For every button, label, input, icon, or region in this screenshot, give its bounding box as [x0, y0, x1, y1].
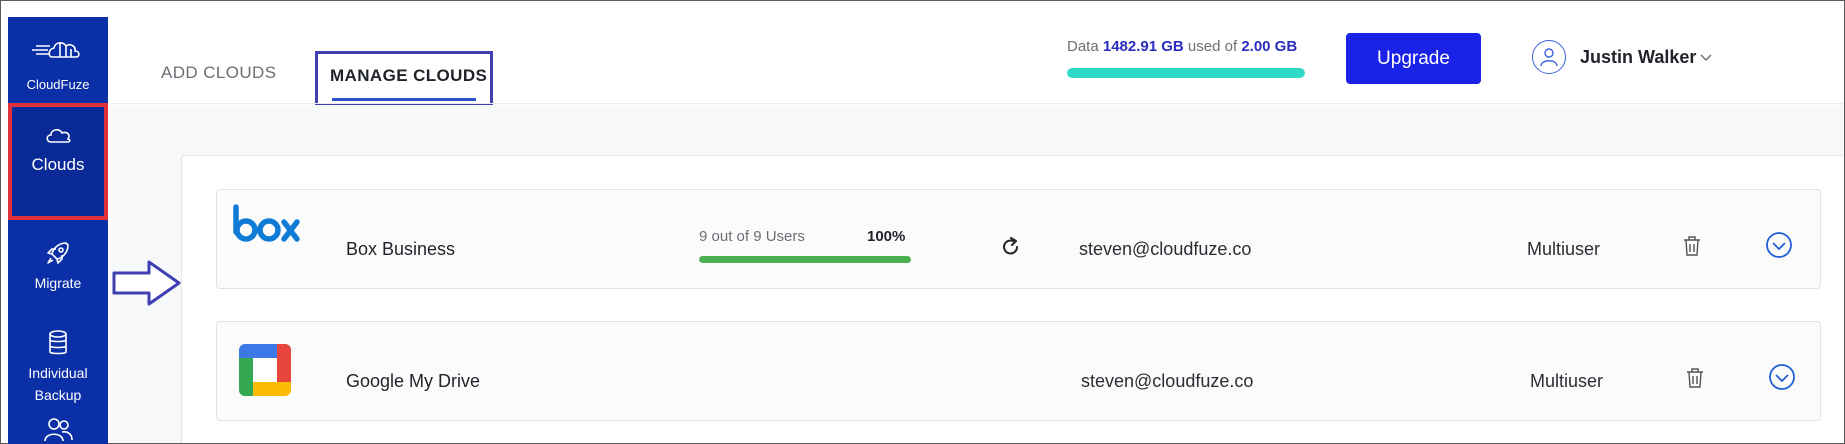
trash-icon[interactable]	[1685, 367, 1705, 389]
tab-manage-clouds[interactable]: MANAGE CLOUDS	[315, 51, 493, 106]
users-percent: 100%	[867, 228, 906, 245]
active-tab-indicator	[332, 98, 476, 101]
chevron-down-icon	[1700, 54, 1712, 61]
box-logo	[231, 204, 301, 249]
storage-usage-fill	[1067, 68, 1305, 78]
users-progress-bar	[699, 256, 911, 263]
cloud-mode: Multiuser	[1527, 239, 1601, 259]
sidebar-item-label: Migrate	[34, 275, 82, 291]
upgrade-button[interactable]: Upgrade	[1346, 33, 1481, 84]
user-menu[interactable]: Justin Walker	[1532, 40, 1714, 74]
sidebar: CloudFuze Clouds Migrate Individual Back…	[8, 17, 108, 444]
trash-icon[interactable]	[1682, 235, 1702, 257]
sidebar-item-label: Individual	[28, 365, 88, 381]
usage-total: 2.00 GB	[1241, 38, 1298, 55]
users-icon	[44, 418, 73, 442]
header-divider	[111, 103, 1844, 104]
tab-add-clouds[interactable]: ADD CLOUDS	[161, 63, 276, 83]
tab-manage-clouds-label: MANAGE CLOUDS	[330, 66, 488, 85]
cloud-email: steven@cloudfuze.co	[1081, 371, 1254, 391]
sidebar-item-clouds[interactable]: Clouds	[8, 103, 108, 220]
sidebar-item-users[interactable]	[8, 415, 108, 444]
cloudfuze-logo-icon	[32, 42, 80, 58]
expand-chevron-icon[interactable]	[1765, 231, 1793, 259]
rocket-icon	[47, 242, 69, 264]
user-icon	[1540, 48, 1558, 67]
usage-prefix: Data	[1067, 38, 1099, 55]
brand-name: CloudFuze	[26, 77, 90, 92]
sidebar-item-migrate[interactable]: Migrate	[8, 239, 108, 294]
google-drive-logo	[237, 342, 293, 403]
usage-used: 1482.91 GB	[1102, 38, 1184, 55]
cloud-row-google: Google My Drive steven@cloudfuze.co Mult…	[216, 321, 1821, 421]
cloud-icon	[46, 129, 71, 143]
cloud-name: Google My Drive	[346, 371, 481, 391]
storage-usage-bar	[1067, 68, 1305, 78]
expand-chevron-icon[interactable]	[1768, 363, 1796, 391]
storage-usage-text: Data 1482.91 GB used of 2.00 GB	[1067, 38, 1297, 55]
cloud-row-box: Box Business 9 out of 9 Users 100% steve…	[216, 189, 1821, 289]
cloud-email: steven@cloudfuze.co	[1079, 239, 1252, 259]
user-name: Justin Walker	[1580, 46, 1697, 67]
cloud-mode: Multiuser	[1530, 371, 1604, 391]
refresh-icon[interactable]	[1000, 236, 1022, 258]
sidebar-item-individual-backup[interactable]: Individual Backup	[8, 329, 108, 406]
avatar	[1532, 40, 1566, 74]
users-progress-fill	[699, 256, 911, 263]
sidebar-item-label-line2: Backup	[34, 387, 82, 403]
brand-logo[interactable]: CloudFuze	[8, 37, 108, 96]
database-icon	[49, 330, 67, 355]
sidebar-item-label: Clouds	[31, 155, 85, 174]
users-count: 9 out of 9 Users	[699, 228, 805, 245]
pointer-arrow-icon	[112, 260, 181, 306]
usage-middle: used of	[1187, 38, 1238, 55]
cloud-name: Box Business	[346, 239, 456, 259]
